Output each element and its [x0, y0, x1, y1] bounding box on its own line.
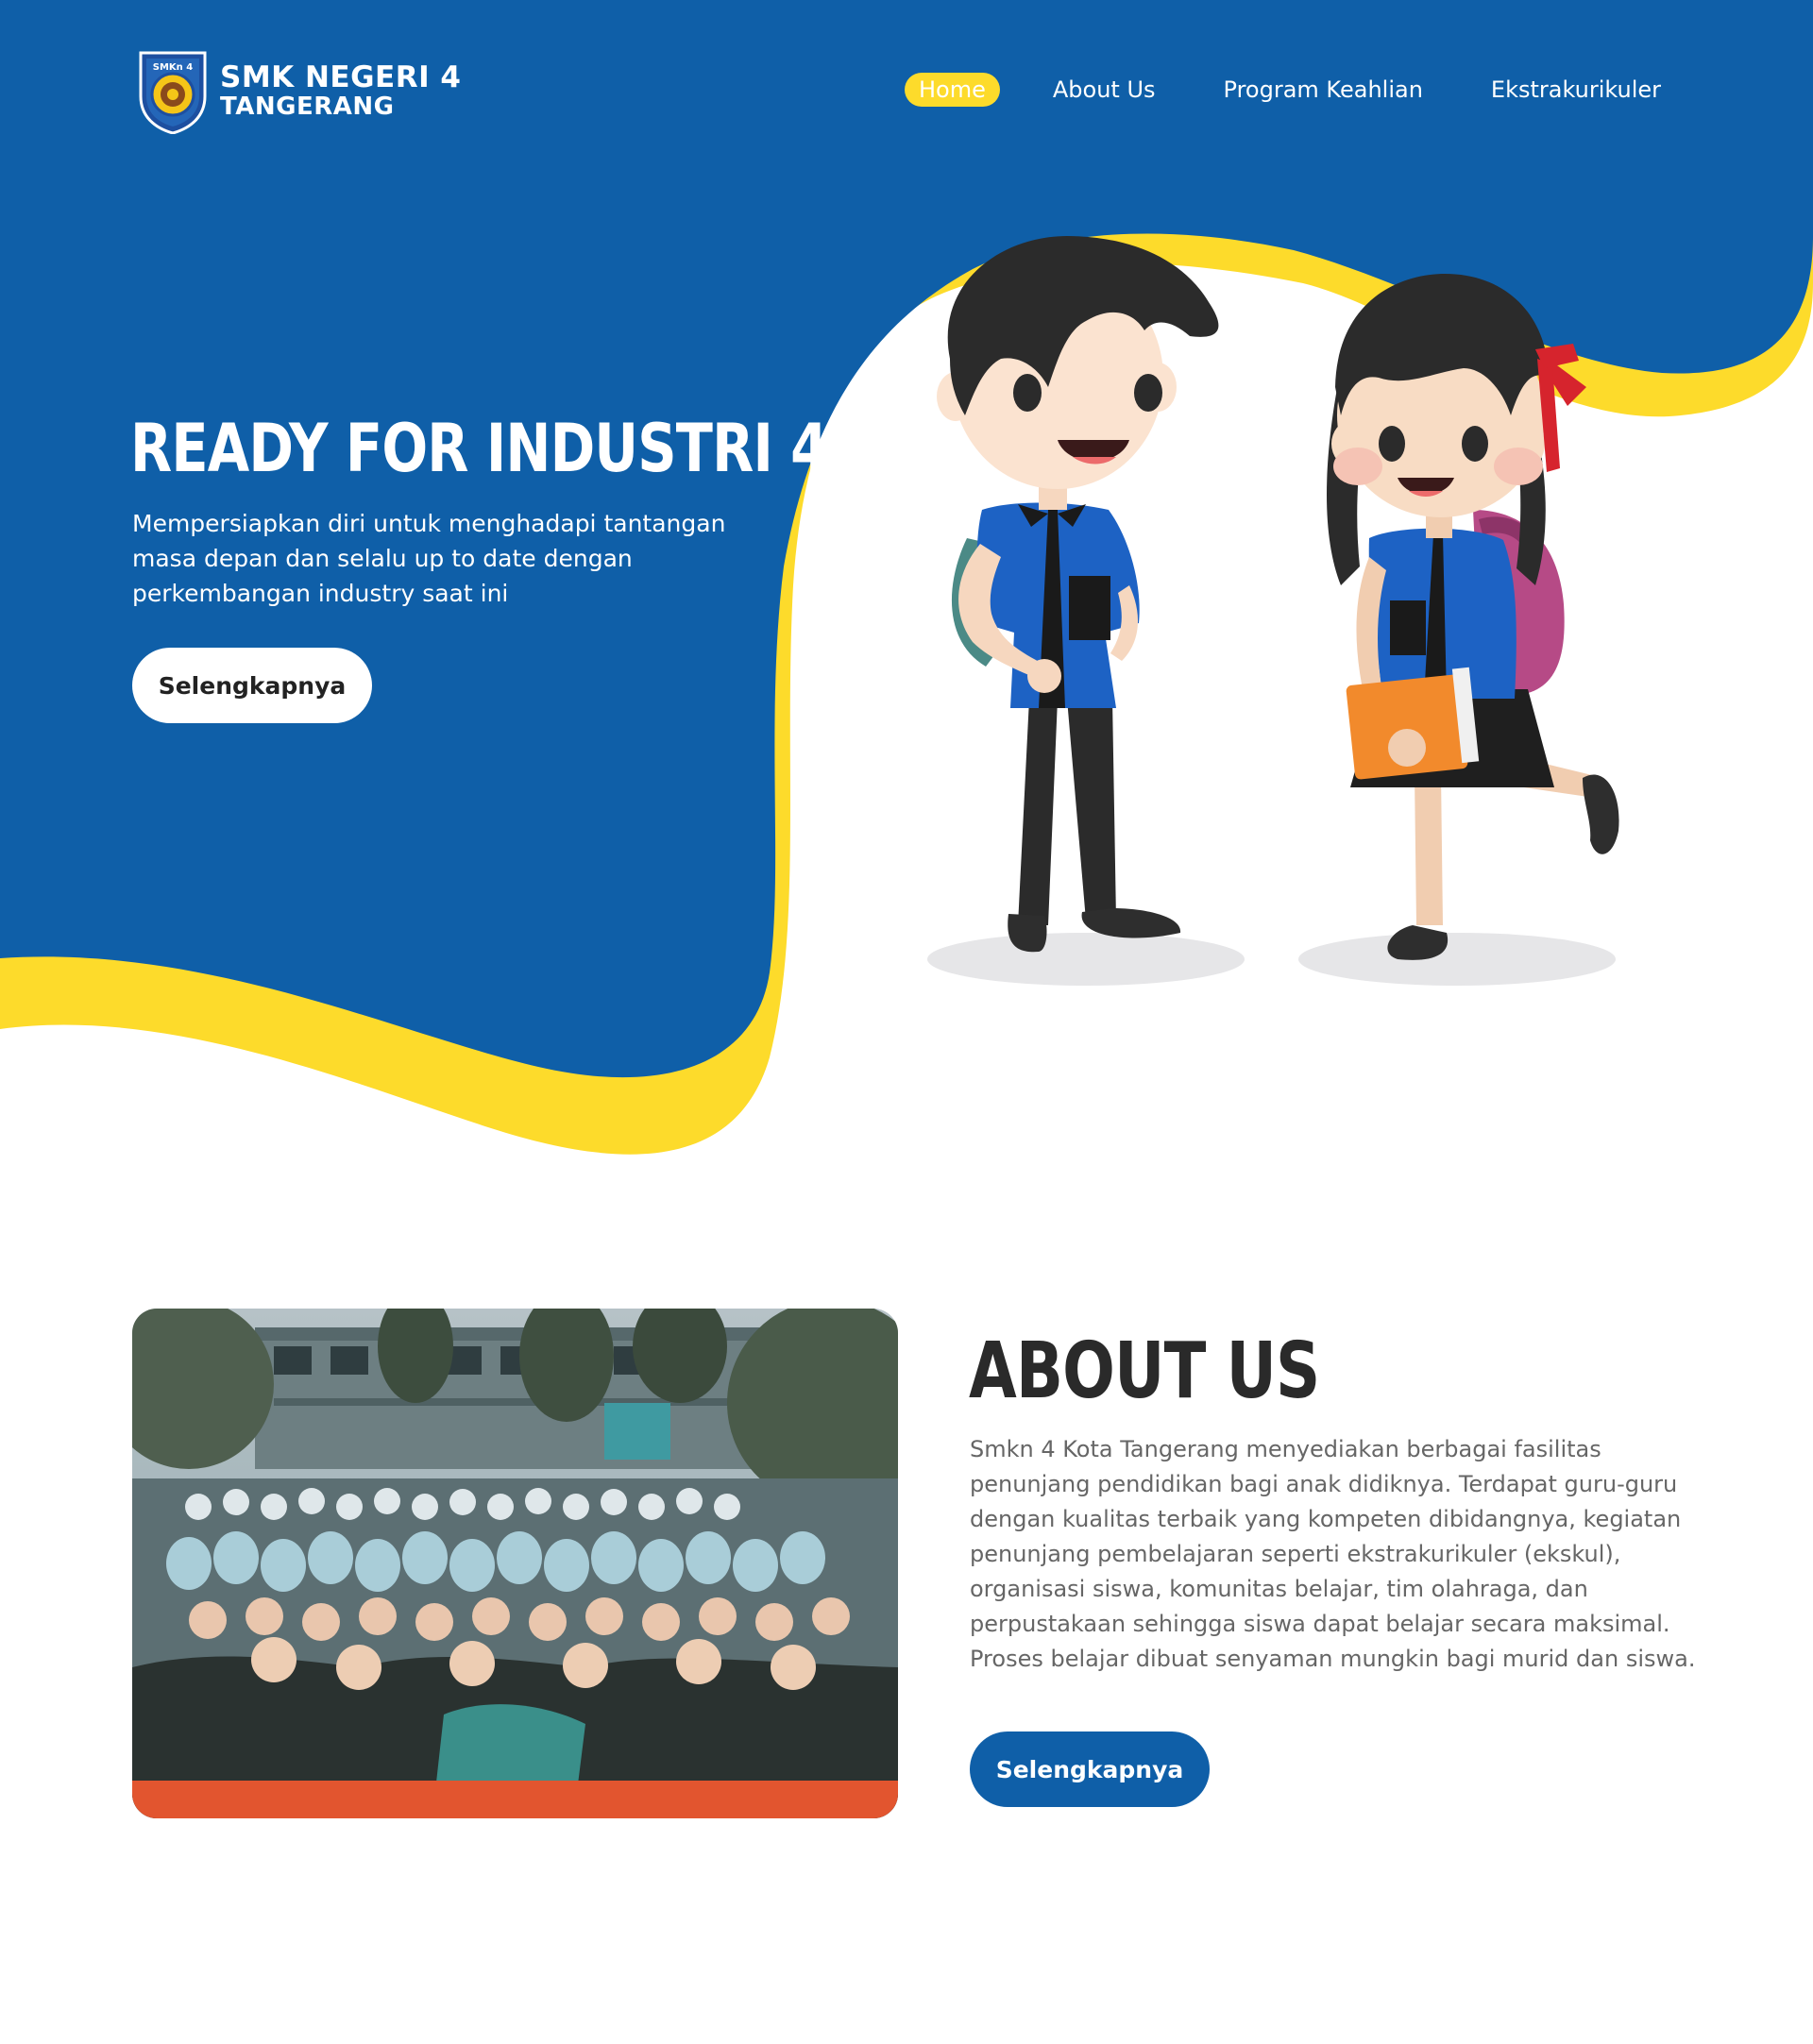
girl-figure: [1327, 274, 1619, 960]
about-more-button[interactable]: Selengkapnya: [970, 1731, 1210, 1807]
boy-figure: [937, 236, 1219, 953]
hero-title: READY FOR INDUSTRI 4.0: [130, 410, 885, 487]
school-emblem-icon: SMKn 4: [139, 51, 207, 134]
hero-subtitle: Mempersiapkan diri untuk menghadapi tant…: [132, 510, 726, 607]
logo-text: SMK NEGERI 4 TANGERANG: [220, 59, 462, 121]
site-logo[interactable]: SMKn 4 SMK NEGERI 4 TANGERANG: [137, 47, 462, 134]
landing-page: SMKn 4 SMK NEGERI 4 TANGERANG Home About…: [0, 0, 1813, 2044]
logo-line-2: TANGERANG: [220, 92, 395, 121]
nav-ekstrakurikuler[interactable]: Ekstrakurikuler: [1491, 76, 1661, 103]
about-body: Smkn 4 Kota Tangerang menyediakan berbag…: [970, 1436, 1696, 1672]
nav-program-keahlian[interactable]: Program Keahlian: [1224, 76, 1423, 103]
hero-more-button[interactable]: Selengkapnya: [132, 648, 372, 723]
main-nav: Home About Us Program Keahlian Ekstrakur…: [905, 73, 1661, 107]
students-illustration: [927, 236, 1619, 986]
nav-about-us[interactable]: About Us: [1053, 76, 1156, 103]
about-title: ABOUT US: [969, 1326, 1320, 1416]
students-group-photo: [132, 1309, 898, 1818]
logo-badge-text: SMKn 4: [153, 62, 194, 73]
logo-line-1: SMK NEGERI 4: [220, 59, 462, 94]
nav-home[interactable]: Home: [905, 73, 1000, 107]
